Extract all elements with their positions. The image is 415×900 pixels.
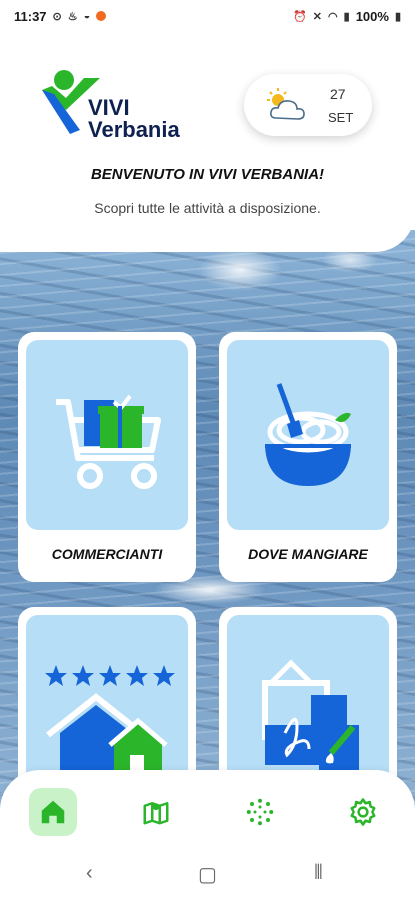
notification-icon: ♨	[67, 10, 78, 23]
nav-settings[interactable]	[339, 788, 387, 836]
nav-home[interactable]	[29, 788, 77, 836]
category-card-dove-mangiare[interactable]: DOVE MANGIARE	[219, 332, 397, 582]
logo-line1: VIVI	[88, 95, 130, 120]
weather-widget[interactable]: 27 SET	[244, 74, 372, 136]
logo-line2: Verbania	[88, 117, 180, 142]
back-icon[interactable]: ‹	[86, 862, 93, 885]
five-stars-icon	[45, 665, 175, 686]
home-button-icon[interactable]: ▢	[198, 862, 217, 887]
logo-wordmark: VIVI Verbania	[88, 97, 180, 141]
status-time: 11:37	[14, 8, 47, 24]
shopping-cart-icon	[56, 394, 161, 489]
card-label: DOVE MANGIARE	[248, 546, 368, 562]
card-image-area	[227, 340, 389, 530]
welcome-title: BENVENUTO IN VIVI VERBANIA!	[90, 166, 325, 183]
card-label: COMMERCIANTI	[51, 546, 163, 562]
bottom-navigation: ‹ ▢ ⦀	[0, 770, 415, 900]
weather-month: SET	[328, 110, 354, 125]
card-image-area	[26, 340, 188, 530]
partly-cloudy-icon	[267, 88, 305, 120]
battery-icon: ▮	[394, 10, 401, 23]
mute-icon: ✕	[312, 10, 323, 23]
category-card-commercianti[interactable]: COMMERCIANTI	[18, 332, 196, 582]
alarm-icon: ⏰	[293, 10, 307, 23]
signal-icon: ▮	[343, 10, 350, 23]
weather-day: 27	[330, 86, 346, 102]
notification-icon: ⊙	[52, 10, 62, 23]
system-navigation-bar: ‹ ▢ ⦀	[0, 862, 415, 892]
map-icon	[143, 802, 169, 825]
nav-map[interactable]	[132, 788, 180, 836]
dots-circle-icon	[246, 798, 274, 826]
settings-icon	[350, 798, 376, 826]
welcome-subtitle: Scopri tutte le attività a disposizione.	[94, 200, 321, 216]
header-card: VIVI Verbania 27 SET BENVENUTO IN VIVI V…	[0, 32, 415, 252]
notification-icon: ◒	[83, 10, 91, 22]
status-bar: 11:37 ⊙ ♨ ◒ ⏰ ✕ ◠ ▮ 100% ▮	[0, 0, 415, 32]
wifi-icon: ◠	[328, 10, 338, 23]
notification-icon	[96, 11, 107, 21]
battery-level: 100%	[355, 8, 389, 24]
nav-explore[interactable]	[236, 788, 284, 836]
home-icon	[41, 800, 65, 824]
recents-icon[interactable]: ⦀	[314, 862, 323, 885]
food-bowl-icon	[265, 383, 351, 486]
